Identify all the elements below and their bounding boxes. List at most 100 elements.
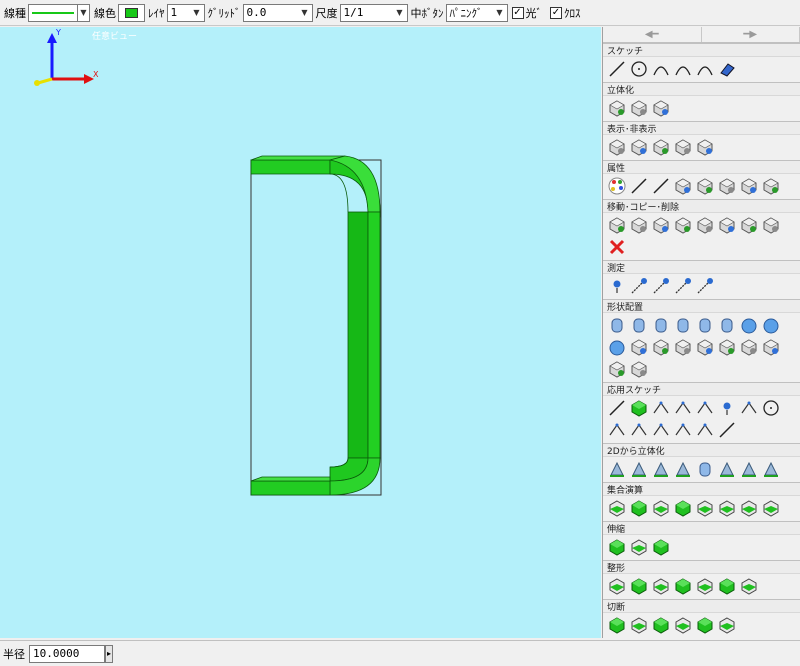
section-header-shaping[interactable]: 整形 bbox=[603, 560, 800, 574]
slice-button[interactable] bbox=[739, 499, 759, 519]
cut-layer-button[interactable] bbox=[717, 616, 737, 636]
line-width-button[interactable] bbox=[651, 177, 671, 197]
from2d-loft-button[interactable] bbox=[673, 460, 693, 480]
torus-button[interactable] bbox=[717, 316, 737, 336]
draft-button[interactable] bbox=[673, 577, 693, 597]
layer-combo[interactable]: 1 ▼ bbox=[166, 3, 205, 22]
separate-button[interactable] bbox=[761, 499, 781, 519]
color-palette-button[interactable] bbox=[607, 177, 627, 197]
measure-distance-button[interactable] bbox=[629, 277, 649, 297]
split-button[interactable] bbox=[673, 499, 693, 519]
from2d-sweep-button[interactable] bbox=[651, 460, 671, 480]
light-checkbox[interactable]: ✓ 光ﾞ bbox=[511, 5, 542, 21]
radius-spin-button[interactable]: ▸ bbox=[105, 644, 113, 663]
cut-face-button[interactable] bbox=[739, 577, 759, 597]
bolt-button[interactable] bbox=[695, 338, 715, 358]
polygon-button[interactable] bbox=[761, 399, 781, 419]
stretch-direction-button[interactable] bbox=[629, 538, 649, 558]
capsule-button[interactable] bbox=[651, 316, 671, 336]
copy-rotate-button[interactable] bbox=[717, 216, 737, 236]
layer-stack-button[interactable] bbox=[717, 177, 737, 197]
section-header-boolean[interactable]: 集合演算 bbox=[603, 482, 800, 496]
hemisphere-button[interactable] bbox=[761, 316, 781, 336]
merge-button[interactable] bbox=[695, 499, 715, 519]
material-button[interactable] bbox=[739, 177, 759, 197]
panel-next-button[interactable]: ━▶ bbox=[702, 27, 800, 42]
measure-length-button[interactable] bbox=[651, 277, 671, 297]
cross-checkbox[interactable]: ✓ ｸﾛｽ bbox=[550, 5, 581, 21]
rotate-button[interactable] bbox=[629, 216, 649, 236]
divide-button[interactable] bbox=[695, 421, 715, 441]
line-style-button[interactable] bbox=[629, 177, 649, 197]
sphere-button[interactable] bbox=[739, 316, 759, 336]
pipe-button[interactable] bbox=[717, 338, 737, 358]
cylinder-button[interactable] bbox=[607, 316, 627, 336]
line-type-combo[interactable] bbox=[28, 3, 78, 22]
move-button[interactable] bbox=[607, 216, 627, 236]
from2d-extrude-button[interactable] bbox=[607, 460, 627, 480]
cut-plane-button[interactable] bbox=[607, 616, 627, 636]
fill-hole-button[interactable] bbox=[695, 577, 715, 597]
three-point-arc-button[interactable] bbox=[673, 60, 693, 80]
revolve-button[interactable] bbox=[651, 99, 671, 119]
chamfer-edge-button[interactable] bbox=[629, 577, 649, 597]
pipe-cross-button[interactable] bbox=[629, 360, 649, 380]
offset-face-button[interactable] bbox=[651, 538, 671, 558]
scale-combo[interactable]: 1/1 ▼ bbox=[339, 3, 408, 22]
hide-selected-button[interactable] bbox=[651, 138, 671, 158]
extrude-button[interactable] bbox=[607, 99, 627, 119]
hide-button[interactable] bbox=[607, 138, 627, 158]
point-button[interactable] bbox=[717, 399, 737, 419]
corner-button[interactable] bbox=[673, 421, 693, 441]
offset-line-button[interactable] bbox=[607, 399, 627, 419]
circle-button[interactable] bbox=[629, 60, 649, 80]
section-header-measure[interactable]: 測定 bbox=[603, 260, 800, 274]
measure-angle-button[interactable] bbox=[673, 277, 693, 297]
bracket-model[interactable] bbox=[250, 155, 382, 496]
middle-button-combo[interactable]: ﾊﾟﾆﾝｸﾞ ▼ bbox=[445, 3, 508, 22]
mirror-button[interactable] bbox=[651, 216, 671, 236]
pipe-bend-button[interactable] bbox=[739, 338, 759, 358]
extrude-both-button[interactable] bbox=[629, 99, 649, 119]
show-hidden-button[interactable] bbox=[695, 138, 715, 158]
show-layer-button[interactable] bbox=[629, 138, 649, 158]
cut-box-button[interactable] bbox=[651, 616, 671, 636]
from2d-spiral-button[interactable] bbox=[739, 460, 759, 480]
grid-combo[interactable]: 0.0 ▼ bbox=[242, 3, 313, 22]
from2d-cone-button[interactable] bbox=[695, 460, 715, 480]
tangent-line-button[interactable] bbox=[717, 421, 737, 441]
dash-line-button[interactable] bbox=[739, 399, 759, 419]
fillet-button[interactable] bbox=[629, 399, 649, 419]
union-button[interactable] bbox=[607, 499, 627, 519]
break-button[interactable] bbox=[651, 421, 671, 441]
from2d-revolve-button[interactable] bbox=[629, 460, 649, 480]
section-header-show-hide[interactable]: 表示･非表示 bbox=[603, 121, 800, 135]
spline-button[interactable] bbox=[695, 60, 715, 80]
intersect-button[interactable] bbox=[651, 499, 671, 519]
round-edge-button[interactable] bbox=[607, 577, 627, 597]
subtract-button[interactable] bbox=[629, 499, 649, 519]
line-type-dropdown[interactable]: ▼ bbox=[78, 3, 90, 22]
eraser-button[interactable] bbox=[717, 60, 737, 80]
chamfer-button[interactable] bbox=[651, 399, 671, 419]
cut-section-button[interactable] bbox=[673, 616, 693, 636]
solid-button[interactable] bbox=[695, 177, 715, 197]
section-header-stretch[interactable]: 伸縮 bbox=[603, 521, 800, 535]
copy-linear-button[interactable] bbox=[695, 216, 715, 236]
stretch-face-button[interactable] bbox=[607, 538, 627, 558]
show-all-button[interactable] bbox=[673, 138, 693, 158]
cut-curve-button[interactable] bbox=[629, 616, 649, 636]
thicken-button[interactable] bbox=[717, 577, 737, 597]
section-header-solidify[interactable]: 立体化 bbox=[603, 82, 800, 96]
shading-button[interactable] bbox=[761, 177, 781, 197]
wireframe-button[interactable] bbox=[673, 177, 693, 197]
section-header-sketch[interactable]: スケッチ bbox=[603, 43, 800, 57]
measure-point-button[interactable] bbox=[607, 277, 627, 297]
dome-button[interactable] bbox=[607, 338, 627, 358]
panel-prev-button[interactable]: ◀━ bbox=[603, 27, 702, 42]
pipe-elbow-button[interactable] bbox=[761, 338, 781, 358]
section-header-cut[interactable]: 切断 bbox=[603, 599, 800, 613]
section-header-move-copy-delete[interactable]: 移動･コピー･削除 bbox=[603, 199, 800, 213]
gear-button[interactable] bbox=[629, 338, 649, 358]
line-color-button[interactable] bbox=[118, 3, 145, 22]
